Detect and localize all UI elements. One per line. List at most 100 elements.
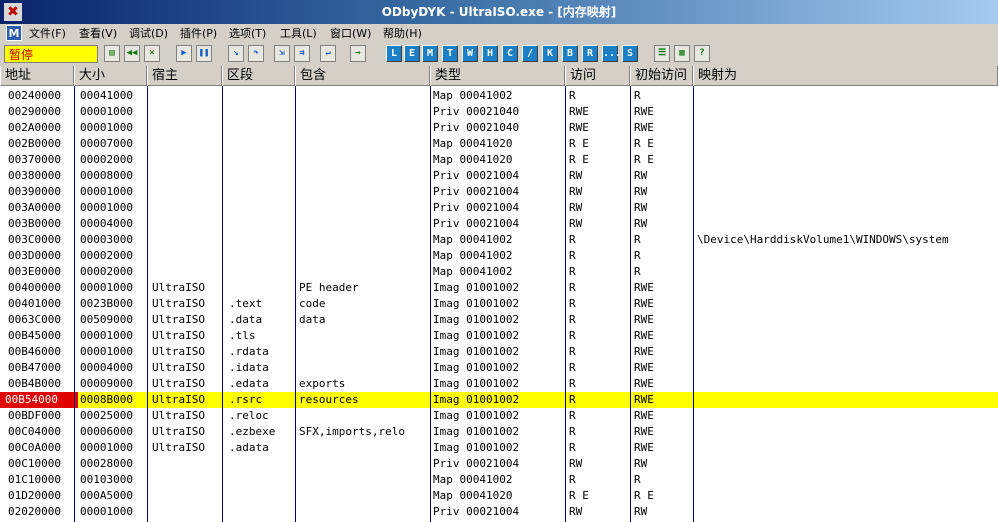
goto-icon[interactable]: → [350, 45, 366, 62]
table-row[interactable]: 00390000 00001000 Priv 00021004 RW RW [0, 184, 998, 200]
cell-type: Imag 01001002 [433, 281, 520, 294]
open-icon[interactable]: ▤ [104, 45, 120, 62]
animate-over-icon[interactable]: ⇉ [294, 45, 310, 62]
table-row[interactable]: 003B0000 00004000 Priv 00021004 RW RW [0, 216, 998, 232]
cell-size: 000A5000 [80, 489, 133, 502]
windows-window-button[interactable]: W [462, 45, 478, 62]
table-row-selected[interactable]: 00B54000 0008B000 UltraISO .rsrc resources Im… [0, 392, 998, 408]
table-row[interactable]: 0063C000 00509000 UltraISO .data data Imag 01… [0, 312, 998, 328]
col-address[interactable]: 地址 [0, 66, 74, 86]
table-row[interactable]: 00401000 0023B000 UltraISO .text code Imag 01… [0, 296, 998, 312]
cell-address: 01D20000 [8, 489, 61, 502]
table-row[interactable]: 003E0000 00002000 Map 00041002 R R [0, 264, 998, 280]
cell-initial-access: RW [634, 217, 648, 230]
table-row[interactable]: 002A0000 00001000 Priv 00021040 RWE RWE [0, 120, 998, 136]
col-mapped-as[interactable]: 映射为 [693, 66, 998, 86]
log-window-button[interactable]: L [386, 45, 402, 62]
table-row[interactable]: 00370000 00002000 Map 00041020 R E R E [0, 152, 998, 168]
menu-help[interactable]: 帮助(H) [383, 24, 422, 43]
table-row[interactable]: 00C0A000 00001000 UltraISO .adata Imag 01001… [0, 440, 998, 456]
cell-owner: UltraISO [152, 441, 205, 454]
table-row[interactable]: 002B0000 00007000 Map 00041020 R E R E [0, 136, 998, 152]
cell-type: Imag 01001002 [433, 361, 520, 374]
handles-window-button[interactable]: H [482, 45, 498, 62]
mdi-system-menu-icon[interactable]: M [6, 25, 22, 41]
help-icon[interactable]: ? [694, 45, 710, 62]
table-row[interactable]: 00380000 00008000 Priv 00021004 RW RW [0, 168, 998, 184]
source-window-button[interactable]: S [622, 45, 638, 62]
cell-type: Imag 01001002 [433, 441, 520, 454]
menu-view[interactable]: 查看(V) [79, 24, 117, 43]
cell-size: 00009000 [80, 377, 133, 390]
table-row[interactable]: 02020000 00001000 Priv 00021004 RW RW [0, 504, 998, 520]
col-owner[interactable]: 宿主 [147, 66, 222, 86]
execute-till-return-icon[interactable]: ↵ [320, 45, 336, 62]
run-icon[interactable]: ▶ [176, 45, 192, 62]
memory-map-table[interactable]: 00240000 00041000 Map 00041002 R R 00290000 00… [0, 86, 998, 522]
table-row[interactable]: 01D20000 000A5000 Map 00041020 R E R E [0, 488, 998, 504]
col-initial-access[interactable]: 初始访问 [630, 66, 693, 86]
cell-access: RW [569, 217, 583, 230]
table-row[interactable]: 00BDF000 00025000 UltraISO .reloc Imag 01001… [0, 408, 998, 424]
cell-address: 003A0000 [8, 201, 61, 214]
close-process-icon[interactable]: ✕ [144, 45, 160, 62]
col-size[interactable]: 大小 [74, 66, 147, 86]
table-row[interactable]: 01C10000 00103000 Map 00041002 R R [0, 472, 998, 488]
menu-window[interactable]: 窗口(W) [330, 24, 371, 43]
cell-section: .idata [229, 361, 269, 374]
cell-contains: data [299, 313, 326, 326]
cell-access: R [569, 345, 576, 358]
cell-access: R [569, 329, 576, 342]
table-row[interactable]: 003C0000 00003000 Map 00041002 R R \Device\Ha… [0, 232, 998, 248]
table-row[interactable]: 00290000 00001000 Priv 00021040 RWE RWE [0, 104, 998, 120]
table-row[interactable]: 00B47000 00004000 UltraISO .idata Imag 01001… [0, 360, 998, 376]
table-row[interactable]: 00B45000 00001000 UltraISO .tls Imag 0100100… [0, 328, 998, 344]
menu-file[interactable]: 文件(F) [29, 24, 66, 43]
table-row[interactable]: 00B46000 00001000 UltraISO .rdata Imag 01001… [0, 344, 998, 360]
table-row[interactable]: 00C04000 00006000 UltraISO .ezbexe SFX,impor… [0, 424, 998, 440]
cell-type: Priv 00021040 [433, 121, 520, 134]
list-icon[interactable]: ☰ [654, 45, 670, 62]
call-stack-window-button[interactable]: K [542, 45, 558, 62]
cell-address: 002B0000 [8, 137, 61, 150]
step-into-icon[interactable]: ↘ [228, 45, 244, 62]
col-contains[interactable]: 包含 [295, 66, 430, 86]
table-row[interactable]: 00400000 00001000 UltraISO PE header Imag 01… [0, 280, 998, 296]
table-row[interactable]: 00240000 00041000 Map 00041002 R R [0, 88, 998, 104]
col-section[interactable]: 区段 [222, 66, 295, 86]
table-row[interactable]: 00B4B000 00009000 UltraISO .edata exports Ima… [0, 376, 998, 392]
memory-window-button[interactable]: M [422, 45, 438, 62]
cell-address: 00B54000 [0, 392, 78, 408]
table-row[interactable]: 003A0000 00001000 Priv 00021004 RW RW [0, 200, 998, 216]
animate-into-icon[interactable]: ⇲ [274, 45, 290, 62]
cell-owner: UltraISO [152, 297, 205, 310]
table-row[interactable]: 003D0000 00002000 Map 00041002 R R [0, 248, 998, 264]
threads-window-button[interactable]: T [442, 45, 458, 62]
references-window-button[interactable]: R [582, 45, 598, 62]
cpu-window-button[interactable]: C [502, 45, 518, 62]
col-access[interactable]: 访问 [565, 66, 630, 86]
restart-icon[interactable]: ◀◀ [124, 45, 140, 62]
cell-access: R [569, 409, 576, 422]
cell-contains: resources [299, 393, 359, 406]
menu-options[interactable]: 选项(T) [229, 24, 266, 43]
cell-address: 02020000 [8, 505, 61, 518]
cell-size: 00001000 [80, 329, 133, 342]
col-type[interactable]: 类型 [430, 66, 565, 86]
cell-size: 00004000 [80, 217, 133, 230]
table-row[interactable]: 00C10000 00028000 Priv 00021004 RW RW [0, 456, 998, 472]
cell-access: RW [569, 169, 583, 182]
menu-tools[interactable]: 工具(L) [280, 24, 317, 43]
step-over-icon[interactable]: ↷ [248, 45, 264, 62]
options-grid-icon[interactable]: ▦ [674, 45, 690, 62]
breakpoints-window-button[interactable]: B [562, 45, 578, 62]
pause-icon[interactable]: ❚❚ [196, 45, 212, 62]
cell-size: 00008000 [80, 169, 133, 182]
menu-plugins[interactable]: 插件(P) [180, 24, 217, 43]
modules-window-button[interactable]: E [404, 45, 420, 62]
cell-initial-access: R [634, 249, 641, 262]
run-trace-window-button[interactable]: ... [602, 45, 621, 62]
patches-window-button[interactable]: / [522, 45, 538, 62]
cell-initial-access: R [634, 473, 641, 486]
menu-debug[interactable]: 调试(D) [129, 24, 168, 43]
